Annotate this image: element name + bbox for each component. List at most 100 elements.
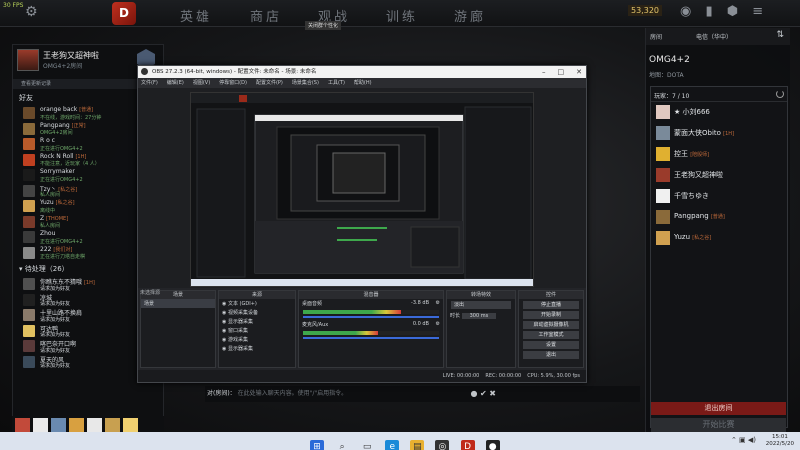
friend-avatar[interactable] — [23, 293, 35, 306]
notification-icon[interactable]: ◉ — [680, 4, 691, 19]
party-member-avatar[interactable] — [123, 418, 138, 433]
player-avatar[interactable] — [656, 189, 670, 203]
region-label[interactable]: 电信（华中） — [696, 32, 732, 41]
player-avatar[interactable] — [656, 126, 670, 140]
inventory-icon[interactable]: ▮ — [705, 4, 712, 19]
obs-menu-item[interactable]: 工具(T) — [328, 80, 345, 86]
source-item[interactable]: ◉ 窗口采集 — [219, 326, 295, 335]
friend-avatar[interactable] — [23, 215, 35, 228]
transition-select[interactable]: 淡出 — [451, 301, 511, 309]
obs-preview[interactable] — [190, 92, 534, 287]
source-item[interactable]: ◉ 视频采集设备 — [219, 308, 295, 317]
friend-avatar[interactable] — [23, 138, 35, 150]
source-item[interactable]: ◉ 游戏采集 — [219, 335, 295, 344]
party-member-avatar[interactable] — [51, 418, 66, 433]
obs-menu-item[interactable]: 停靠窗口(D) — [219, 80, 247, 86]
friend-avatar[interactable] — [23, 184, 35, 197]
leave-room-button[interactable]: 退出房间 — [651, 402, 786, 415]
friend-avatar[interactable] — [23, 107, 35, 119]
dota-logo[interactable]: D — [112, 2, 136, 25]
party-member-avatar[interactable] — [69, 418, 84, 433]
obs-menu-item[interactable]: 帮助(H) — [354, 80, 372, 86]
obs-window[interactable]: OBS 27.2.3 (64-bit, windows) - 配置文件: 未命名… — [137, 65, 587, 383]
obs-control-button[interactable]: 开始录制 — [523, 311, 579, 319]
nav-shop[interactable]: 商店 — [250, 6, 282, 25]
maximize-icon[interactable]: □ — [558, 68, 565, 76]
source-item[interactable]: ◉ 文本 (GDI+) — [219, 299, 295, 308]
party-member-avatar[interactable] — [87, 418, 102, 433]
dota-taskbar-icon[interactable]: D — [460, 440, 475, 450]
search-icon[interactable]: ⌕ — [335, 440, 349, 450]
friend-avatar[interactable] — [23, 309, 35, 321]
gear-icon[interactable]: ⚙ — [436, 300, 440, 306]
clock[interactable]: 15:01 2022/5/20 — [766, 434, 794, 448]
task-view-icon[interactable]: ▭ — [360, 440, 374, 450]
nav-heroes[interactable]: 英雄 — [180, 6, 212, 25]
friend-avatar[interactable] — [23, 169, 35, 181]
chat-channel[interactable]: 对(房间)： — [207, 390, 236, 397]
friend-avatar[interactable] — [23, 153, 35, 166]
party-member-avatar[interactable] — [33, 418, 48, 433]
duration-input[interactable]: 300 ms — [461, 313, 497, 319]
minimize-icon[interactable]: – — [542, 68, 546, 76]
player-avatar[interactable] — [656, 231, 670, 245]
source-item[interactable]: ◉ 显示器采集 — [219, 344, 295, 353]
friend-avatar[interactable] — [23, 355, 35, 368]
obs-title-bar[interactable]: OBS 27.2.3 (64-bit, windows) - 配置文件: 未命名… — [138, 66, 586, 78]
friend-avatar[interactable] — [23, 324, 35, 337]
obs-taskbar-icon[interactable]: ● — [485, 440, 500, 450]
obs-menu-item[interactable]: 场景集合(S) — [292, 80, 319, 86]
nav-learn[interactable]: 训练 — [386, 6, 418, 25]
chat-input[interactable]: 在此处输入聊天内容。使用"/"启用指令。 — [238, 390, 348, 397]
volume-slider[interactable] — [303, 316, 439, 318]
x-icon[interactable]: ✖ — [489, 389, 496, 398]
player-row[interactable]: 蒙面大侠Obito [1H] — [654, 123, 787, 144]
friend-avatar[interactable] — [23, 340, 35, 352]
scene-item[interactable]: 场景 — [141, 299, 215, 308]
friend-avatar[interactable] — [23, 278, 35, 290]
steam-icon[interactable]: ◎ — [435, 440, 450, 450]
avatar[interactable] — [17, 49, 39, 71]
party-member-avatar[interactable] — [15, 418, 30, 433]
obs-control-button[interactable]: 设置 — [523, 341, 579, 349]
player-row[interactable]: 控王 [陪骰师] — [654, 144, 787, 165]
friend-avatar[interactable] — [23, 231, 35, 243]
gear-icon[interactable]: ⚙ — [436, 321, 440, 327]
player-row[interactable]: 王老狗又超神啦 — [654, 165, 787, 186]
emoji-icon[interactable]: ● — [471, 389, 478, 398]
source-item[interactable]: ◉ 显示器采集 — [219, 317, 295, 326]
start-icon[interactable]: ⊞ — [310, 440, 324, 450]
check-icon[interactable]: ✔ — [480, 389, 487, 398]
obs-menu-item[interactable]: 编辑(E) — [167, 80, 184, 86]
obs-control-button[interactable]: 退出 — [523, 351, 579, 359]
player-avatar[interactable] — [656, 147, 670, 161]
volume-slider[interactable] — [303, 337, 439, 339]
obs-control-button[interactable]: 工作室模式 — [523, 331, 579, 339]
gear-icon[interactable]: ⚙ — [25, 4, 38, 20]
explorer-icon[interactable]: ▤ — [410, 440, 425, 450]
nav-arcade[interactable]: 游廊 — [454, 6, 486, 25]
friend-avatar[interactable] — [23, 200, 35, 212]
player-row[interactable]: Yuzu [私之谷] — [654, 228, 787, 249]
chat-bar[interactable]: 对(房间)： 在此处输入聊天内容。使用"/"启用指令。 ● ✔ ✖ — [205, 386, 640, 402]
obs-control-button[interactable]: 停止直播 — [523, 301, 579, 309]
obs-menu-item[interactable]: 配置文件(P) — [256, 80, 283, 86]
friend-avatar[interactable] — [23, 122, 35, 135]
obs-menu-item[interactable]: 视图(V) — [193, 80, 210, 86]
system-tray[interactable]: ⌃ ▣ ◀) — [731, 436, 756, 444]
player-row[interactable]: Pangpang [普通] — [654, 207, 787, 228]
player-row[interactable]: ★ 小刘666 — [654, 102, 787, 123]
edge-icon[interactable]: e — [385, 440, 400, 450]
start-match-button[interactable]: 开始比赛 — [651, 418, 786, 432]
shield-icon[interactable]: ⬢ — [727, 4, 738, 19]
obs-menu-item[interactable]: 文件(F) — [141, 80, 158, 86]
player-avatar[interactable] — [656, 210, 670, 224]
party-member-avatar[interactable] — [105, 418, 120, 433]
menu-icon[interactable]: ≡ — [752, 4, 763, 19]
sort-icon[interactable]: ⇅ — [776, 30, 784, 40]
friend-avatar[interactable] — [23, 246, 35, 259]
obs-control-button[interactable]: 启动虚拟摄像机 — [523, 321, 579, 329]
player-avatar[interactable] — [656, 168, 670, 182]
player-row[interactable]: 千雪ちゆき — [654, 186, 787, 207]
close-icon[interactable]: ✕ — [576, 68, 582, 76]
